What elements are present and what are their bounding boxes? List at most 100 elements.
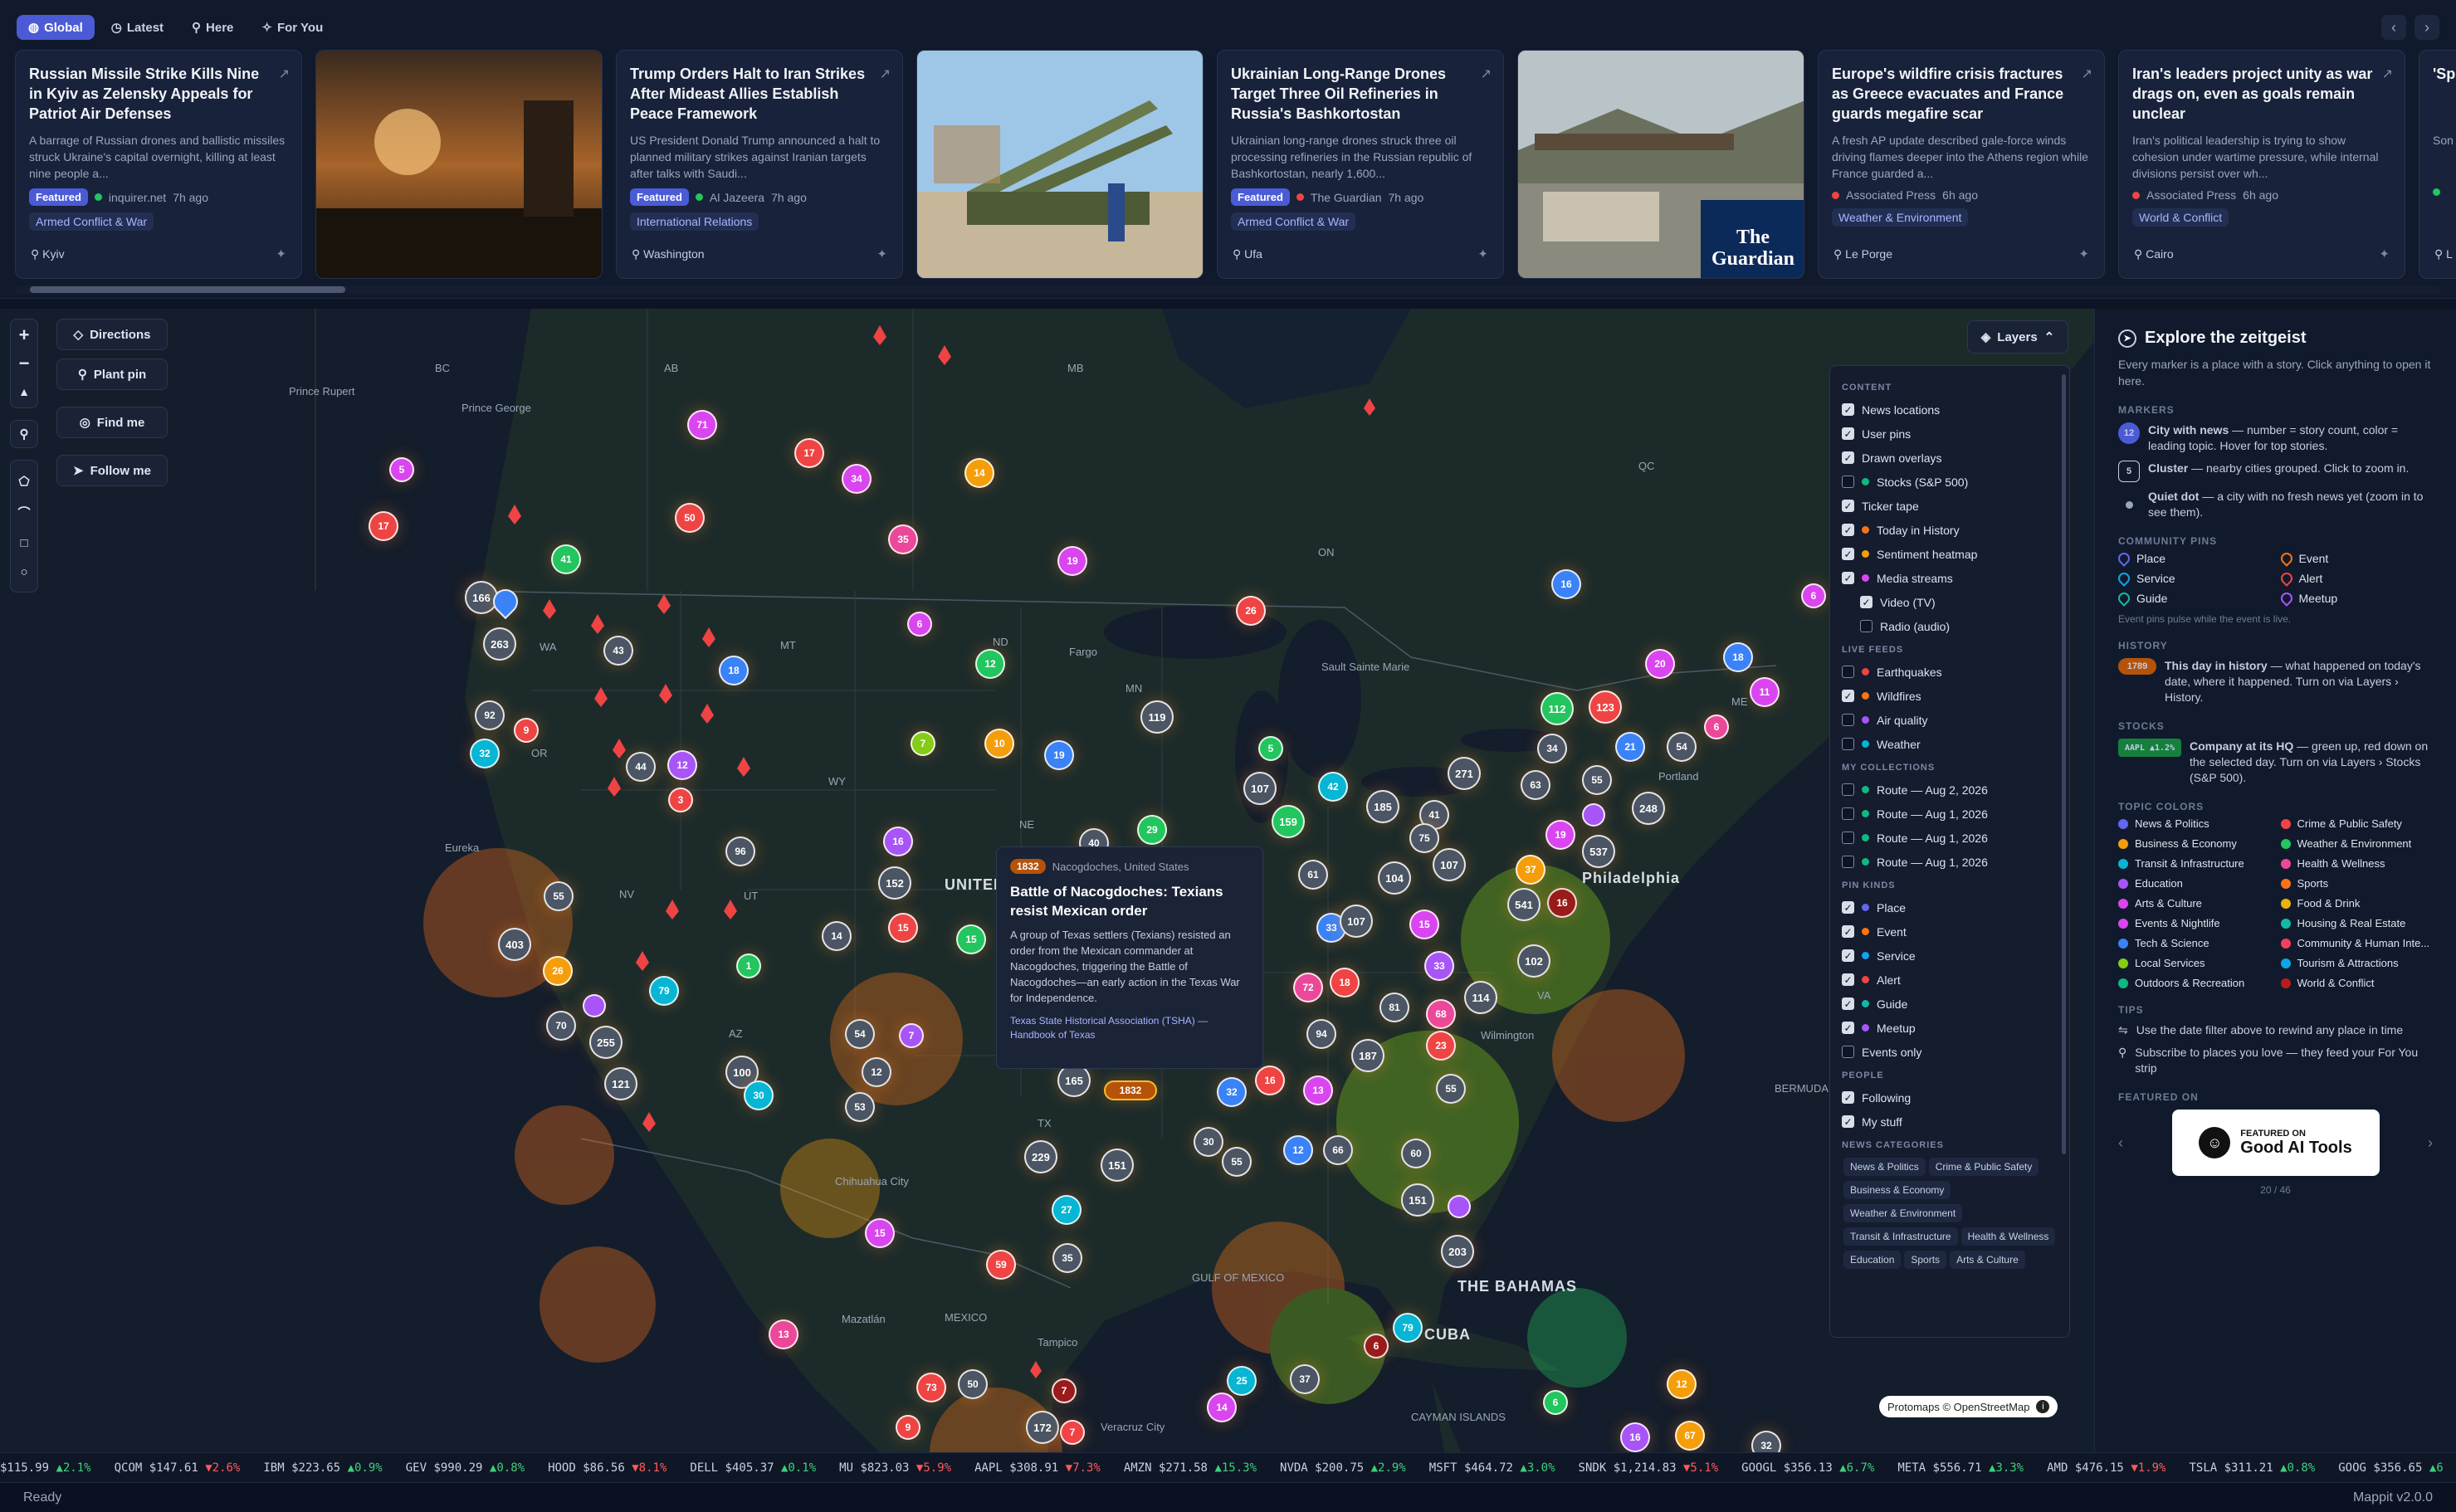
- city-marker[interactable]: 55: [1582, 765, 1612, 795]
- card-location[interactable]: ⚲ Ufa: [1233, 247, 1262, 261]
- tooltip-source-link[interactable]: Texas State Historical Association (TSHA…: [1010, 1014, 1249, 1042]
- checkbox-unchecked-icon[interactable]: [1842, 476, 1854, 488]
- card-topic[interactable]: International Relations: [630, 212, 759, 231]
- find-me-button[interactable]: ◎ Find me: [56, 407, 168, 438]
- city-marker[interactable]: 203: [1441, 1235, 1474, 1268]
- city-marker[interactable]: 7: [1060, 1420, 1085, 1445]
- city-marker[interactable]: 81: [1379, 993, 1409, 1022]
- city-marker[interactable]: 19: [1044, 740, 1074, 770]
- city-marker[interactable]: 112: [1540, 692, 1574, 725]
- card-location[interactable]: ⚲ Cairo: [2134, 247, 2174, 261]
- checkbox-checked-icon[interactable]: ✓: [1842, 451, 1854, 464]
- city-marker[interactable]: 59: [986, 1250, 1016, 1280]
- card-location[interactable]: ⚲ Washington: [632, 247, 705, 261]
- city-marker[interactable]: 25: [1227, 1366, 1257, 1396]
- follow-me-button[interactable]: ➤ Follow me: [56, 455, 168, 486]
- external-link-icon[interactable]: ↗: [2382, 66, 2393, 82]
- city-marker[interactable]: 15: [888, 913, 918, 943]
- layer-toggle[interactable]: ✓ Place: [1842, 895, 2058, 919]
- checkbox-checked-icon[interactable]: ✓: [1842, 997, 1854, 1010]
- city-marker[interactable]: 16: [883, 827, 913, 856]
- layer-toggle[interactable]: ✓ Video (TV): [1842, 590, 2058, 614]
- city-marker[interactable]: 12: [975, 649, 1005, 679]
- city-marker[interactable]: 14: [1207, 1393, 1237, 1422]
- ticker-item[interactable]: DELL $405.37 ▲0.1%: [690, 1461, 816, 1475]
- news-card[interactable]: Russian Missile Strike Kills Nine in Kyi…: [15, 50, 302, 279]
- category-chip[interactable]: News & Politics: [1843, 1158, 1926, 1176]
- plant-pin-button[interactable]: ⚲ Plant pin: [56, 358, 168, 390]
- layer-toggle[interactable]: ✓ Wildfires: [1842, 684, 2058, 708]
- city-marker[interactable]: 102: [1517, 944, 1550, 978]
- ticker-item[interactable]: IBM $223.65 ▲0.9%: [263, 1461, 382, 1475]
- scrollbar-thumb[interactable]: [30, 286, 345, 293]
- carousel-prev-icon[interactable]: ‹: [2118, 1134, 2123, 1152]
- city-marker[interactable]: 16: [1547, 888, 1577, 918]
- layer-toggle[interactable]: ✓ Ticker tape: [1842, 494, 2058, 518]
- checkbox-checked-icon[interactable]: ✓: [1842, 973, 1854, 986]
- layer-toggle[interactable]: ✓ Media streams: [1842, 566, 2058, 590]
- layer-toggle[interactable]: Air quality: [1842, 708, 2058, 732]
- city-marker[interactable]: 66: [1323, 1135, 1353, 1165]
- add-pin-icon[interactable]: ✦: [2379, 246, 2390, 261]
- city-marker[interactable]: 7: [911, 731, 935, 756]
- city-marker[interactable]: 16: [1620, 1422, 1650, 1452]
- zoom-out-button[interactable]: −: [19, 349, 30, 378]
- city-marker[interactable]: 17: [794, 438, 824, 468]
- city-marker[interactable]: 229: [1024, 1140, 1057, 1173]
- layer-toggle[interactable]: Route — Aug 1, 2026: [1842, 802, 2058, 826]
- city-marker[interactable]: 9: [896, 1415, 920, 1440]
- layer-toggle[interactable]: Route — Aug 2, 2026: [1842, 778, 2058, 802]
- layer-toggle[interactable]: ✓ Sentiment heatmap: [1842, 542, 2058, 566]
- city-marker[interactable]: 13: [1303, 1075, 1333, 1105]
- city-marker[interactable]: 30: [744, 1080, 774, 1110]
- ticker-item[interactable]: SNDK $1,214.83 ▼5.1%: [1579, 1461, 1719, 1475]
- news-card[interactable]: Trump Orders Halt to Iran Strikes After …: [616, 50, 903, 279]
- city-marker[interactable]: 15: [1409, 910, 1439, 939]
- add-pin-icon[interactable]: ✦: [876, 246, 887, 261]
- city-marker[interactable]: 23: [1426, 1031, 1456, 1061]
- city-marker[interactable]: 187: [1351, 1039, 1384, 1072]
- city-marker[interactable]: 60: [1401, 1139, 1431, 1168]
- card-title[interactable]: 'Spi Bre Rec: [2433, 64, 2456, 124]
- card-title[interactable]: Europe's wildfire crisis fractures as Gr…: [1832, 64, 2073, 124]
- layer-toggle[interactable]: ✓ Alert: [1842, 968, 2058, 992]
- layers-button[interactable]: ◈ Layers ⌃: [1967, 320, 2068, 354]
- checkbox-unchecked-icon[interactable]: [1842, 666, 1854, 678]
- info-icon[interactable]: i: [2036, 1400, 2050, 1413]
- city-marker[interactable]: 7: [1052, 1378, 1077, 1403]
- city-marker[interactable]: 29: [1137, 815, 1167, 845]
- city-marker[interactable]: 79: [1393, 1313, 1423, 1343]
- tab-global[interactable]: ◍ Global: [17, 15, 95, 40]
- ticker-item[interactable]: QCOM $147.61 ▼2.6%: [115, 1461, 241, 1475]
- next-arrow-icon[interactable]: ›: [2414, 15, 2439, 40]
- city-marker[interactable]: 114: [1464, 981, 1497, 1014]
- city-marker[interactable]: 3: [668, 788, 693, 812]
- city-marker[interactable]: 107: [1433, 848, 1466, 881]
- ticker-item[interactable]: HOOD $86.56 ▼8.1%: [548, 1461, 666, 1475]
- city-marker[interactable]: 165: [1057, 1064, 1091, 1097]
- card-location[interactable]: ⚲ L: [2434, 247, 2453, 261]
- city-marker[interactable]: 11: [1750, 677, 1780, 707]
- ticker-item[interactable]: GOOG $356.65 ▲6: [2338, 1461, 2443, 1475]
- checkbox-checked-icon[interactable]: ✓: [1842, 572, 1854, 584]
- city-marker[interactable]: 6: [1704, 715, 1729, 739]
- city-marker[interactable]: 19: [1057, 546, 1087, 576]
- checkbox-checked-icon[interactable]: ✓: [1860, 596, 1873, 608]
- city-marker[interactable]: 1: [736, 954, 761, 978]
- city-marker[interactable]: 123: [1589, 690, 1622, 724]
- city-marker[interactable]: 16: [1551, 569, 1581, 599]
- city-marker[interactable]: 68: [1426, 999, 1456, 1029]
- city-marker[interactable]: 20: [1645, 649, 1675, 679]
- ticker-item[interactable]: MSFT $464.72 ▲3.0%: [1429, 1461, 1555, 1475]
- checkbox-checked-icon[interactable]: ✓: [1842, 1115, 1854, 1128]
- polygon-icon[interactable]: ⬠: [18, 474, 29, 489]
- checkbox-checked-icon[interactable]: ✓: [1842, 427, 1854, 440]
- tab-for-you[interactable]: ✧ For You: [250, 15, 334, 40]
- city-marker[interactable]: 19: [1545, 820, 1575, 850]
- category-chip[interactable]: Health & Wellness: [1960, 1227, 2056, 1246]
- city-marker[interactable]: 119: [1140, 700, 1174, 734]
- city-marker[interactable]: 248: [1632, 792, 1665, 825]
- checkbox-checked-icon[interactable]: ✓: [1842, 690, 1854, 702]
- city-marker[interactable]: 12: [862, 1057, 891, 1087]
- category-chip[interactable]: Weather & Environment: [1843, 1204, 1963, 1222]
